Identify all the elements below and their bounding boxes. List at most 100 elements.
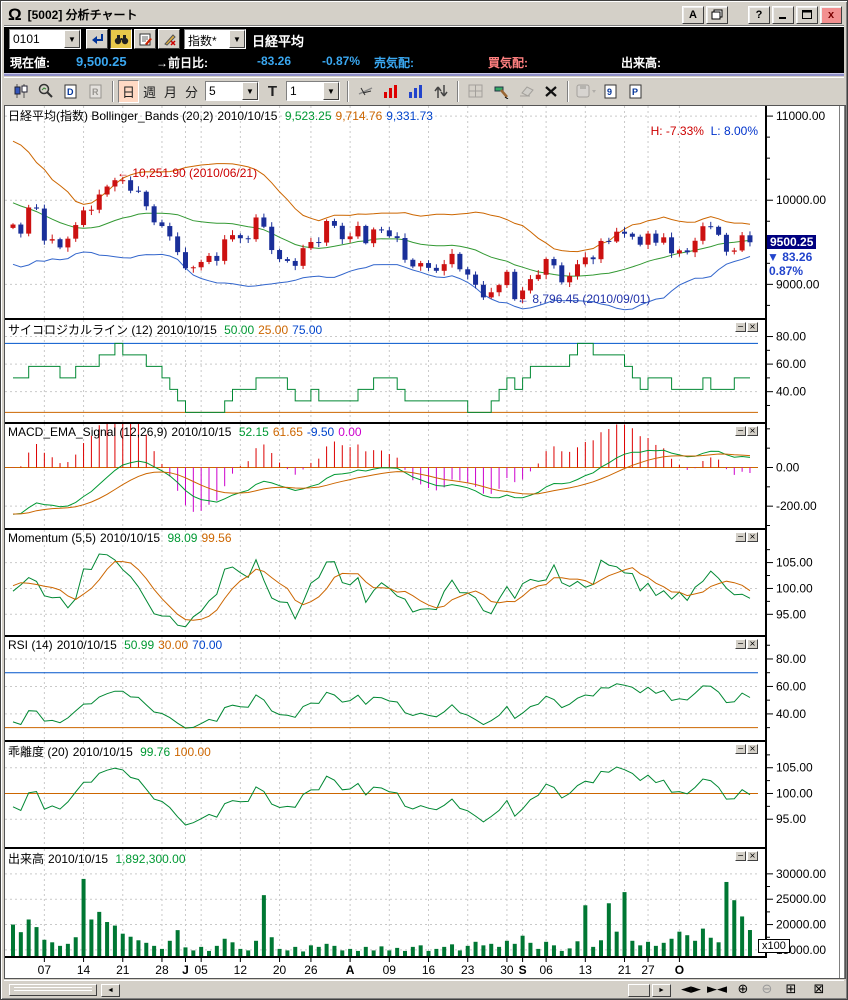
- eraser-button[interactable]: [513, 80, 538, 103]
- page-save-p-button[interactable]: P: [623, 80, 648, 103]
- blue-histogram-button[interactable]: [403, 80, 428, 103]
- main-chart-panel[interactable]: 日経平均(指数) Bollinger_Bands (20,2)2010/10/1…: [5, 106, 758, 318]
- rsi-panel[interactable]: RSI (14)2010/10/15 50.9930.0070.00 − ×: [5, 637, 758, 740]
- delete-button[interactable]: [538, 80, 563, 103]
- svg-text:07: 07: [38, 963, 52, 977]
- search-button[interactable]: [110, 29, 132, 49]
- page-restore-button[interactable]: R: [83, 80, 108, 103]
- high-pct: H: -7.33%: [651, 124, 704, 138]
- panel-close-button[interactable]: ×: [747, 426, 758, 436]
- period-daily-button[interactable]: 日: [118, 80, 139, 103]
- index-type-combo[interactable]: 指数* ▼: [184, 29, 246, 49]
- pen-x-icon: [163, 33, 176, 46]
- bars-dropdown-icon[interactable]: ▼: [323, 82, 339, 100]
- symbol-code-value: 0101: [10, 30, 64, 48]
- right-scroll-strip[interactable]: [839, 106, 845, 978]
- app-logo-icon: Ω: [8, 6, 22, 24]
- momentum-panel[interactable]: Momentum (5,5)2010/10/15 98.0999.56 − ×: [5, 530, 758, 635]
- maximize-button[interactable]: [796, 6, 818, 24]
- settings-tool-button[interactable]: [488, 80, 513, 103]
- panel-minimize-button[interactable]: −: [735, 532, 746, 542]
- scroll-right-button[interactable]: ►: [652, 984, 671, 997]
- symbol-code-combo[interactable]: 0101 ▼: [9, 29, 81, 49]
- svg-text:S: S: [519, 963, 527, 977]
- svg-text:27: 27: [641, 963, 655, 977]
- close-button[interactable]: x: [820, 6, 842, 24]
- minute-dropdown-icon[interactable]: ▼: [242, 82, 258, 100]
- close-panel-button[interactable]: ⊠: [808, 982, 830, 998]
- svg-text:100.00: 100.00: [776, 786, 813, 800]
- kairi-panel[interactable]: 乖離度 (20)2010/10/15 99.76100.00 − ×: [5, 742, 758, 847]
- scroll-handle[interactable]: [9, 984, 97, 996]
- sort-updown-button[interactable]: [428, 80, 453, 103]
- minimize-button[interactable]: [772, 6, 794, 24]
- bars-count-combo[interactable]: 1 ▼: [286, 81, 340, 101]
- svg-text:R: R: [92, 87, 99, 97]
- panel-close-button[interactable]: ×: [747, 851, 758, 861]
- font-button[interactable]: A: [682, 6, 704, 24]
- panel-close-button[interactable]: ×: [747, 532, 758, 542]
- apply-symbol-button[interactable]: [86, 29, 108, 49]
- candlestick-mode-button[interactable]: [8, 80, 33, 103]
- psychological-panel[interactable]: サイコロジカルライン (12)2010/10/15 50.0025.0075.0…: [5, 320, 758, 422]
- svg-text:21: 21: [116, 963, 130, 977]
- trendline-tool-button[interactable]: [353, 80, 378, 103]
- svg-text:13: 13: [579, 963, 593, 977]
- svg-text:23: 23: [461, 963, 475, 977]
- text-tool-button[interactable]: T: [262, 80, 283, 103]
- blue-bars-icon: [408, 84, 423, 98]
- grid-toggle-button[interactable]: ⊞: [780, 982, 802, 998]
- volume-label: 出来高:: [621, 54, 661, 71]
- compress-bars-button[interactable]: ►◄: [706, 982, 728, 998]
- zoom-in-button[interactable]: ⊕: [732, 982, 754, 998]
- psych-panel-header: サイコロジカルライン (12)2010/10/15 50.0025.0075.0…: [8, 321, 326, 338]
- period-monthly-button[interactable]: 月: [160, 80, 181, 103]
- edit-memo-button[interactable]: [134, 29, 156, 49]
- low-pct: L: 8.00%: [711, 124, 758, 138]
- svg-text:95.00: 95.00: [776, 607, 806, 621]
- panel-minimize-button[interactable]: −: [735, 322, 746, 332]
- panel-close-button[interactable]: ×: [747, 744, 758, 754]
- panel-close-button[interactable]: ×: [747, 322, 758, 332]
- scroll-left-button[interactable]: ◄: [101, 984, 120, 997]
- red-histogram-button[interactable]: [378, 80, 403, 103]
- panel-close-button[interactable]: ×: [747, 639, 758, 649]
- svg-text:12: 12: [234, 963, 248, 977]
- panel-minimize-button[interactable]: −: [735, 639, 746, 649]
- page-r-icon: R: [89, 84, 103, 99]
- titlebar[interactable]: Ω [5002] 分析チャート A ? x: [4, 4, 844, 26]
- cascade-windows-button[interactable]: [706, 6, 728, 24]
- toolbar-separator: [112, 81, 114, 102]
- svg-text:J: J: [182, 963, 189, 977]
- minute-interval-combo[interactable]: 5 ▼: [205, 81, 259, 101]
- period-weekly-button[interactable]: 週: [139, 80, 160, 103]
- grid-layout-button[interactable]: [463, 80, 488, 103]
- expand-bars-button[interactable]: ◄►: [680, 982, 702, 998]
- instrument-name: 日経平均: [252, 31, 304, 50]
- index-dropdown-icon[interactable]: ▼: [229, 30, 245, 48]
- current-price-label: 現在値:: [10, 54, 50, 71]
- volume-panel[interactable]: 出来高2010/10/15 1,892,300.00 − ×: [5, 849, 758, 956]
- help-button[interactable]: ?: [748, 6, 770, 24]
- svg-text:14: 14: [77, 963, 91, 977]
- save-layout-button[interactable]: [573, 80, 598, 103]
- page-save-d-button[interactable]: 9: [598, 80, 623, 103]
- svg-text:9: 9: [607, 87, 612, 97]
- bid-label: 買気配:: [488, 54, 528, 71]
- clear-draw-button[interactable]: [158, 29, 180, 49]
- zoom-chart-button[interactable]: [33, 80, 58, 103]
- enter-icon: [90, 33, 104, 45]
- panel-minimize-button[interactable]: −: [735, 426, 746, 436]
- symbol-dropdown-icon[interactable]: ▼: [64, 30, 80, 48]
- page-default-button[interactable]: D: [58, 80, 83, 103]
- panel-minimize-button[interactable]: −: [735, 744, 746, 754]
- scroll-thumb[interactable]: [628, 984, 650, 997]
- volume-panel-header: 出来高2010/10/15 1,892,300.00: [8, 850, 190, 867]
- svg-text:0.00: 0.00: [776, 460, 800, 474]
- zoom-out-button[interactable]: ⊖: [756, 982, 778, 998]
- period-minute-button[interactable]: 分: [181, 80, 202, 103]
- svg-text:100.00: 100.00: [776, 581, 813, 595]
- macd-panel[interactable]: MACD_EMA_Signal (12,26,9)2010/10/15 52.1…: [5, 424, 758, 528]
- panel-minimize-button[interactable]: −: [735, 851, 746, 861]
- price-axis[interactable]: 11000.0010000.009000.0080.0060.0040.000.…: [758, 106, 838, 958]
